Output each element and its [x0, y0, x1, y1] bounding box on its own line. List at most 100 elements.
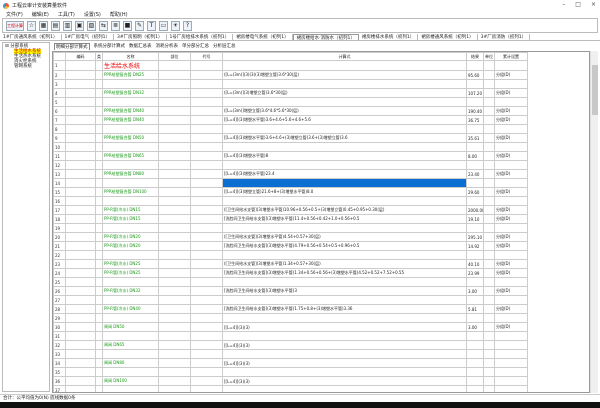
formula-cell[interactable]: [洗脸间卫生间给水支管](3)增塑水平管)3 — [222, 286, 467, 296]
location-cell[interactable] — [158, 187, 191, 197]
code-name-cell[interactable] — [190, 376, 223, 386]
name-cell[interactable]: 闸阀 DN80 — [102, 358, 159, 368]
table-row[interactable]: 33 — [53, 349, 528, 359]
result-cell[interactable] — [466, 367, 484, 377]
code-name-cell[interactable] — [190, 241, 223, 251]
row-number[interactable]: 10 — [53, 142, 66, 152]
formula-cell[interactable] — [222, 142, 467, 152]
code-cell[interactable] — [65, 385, 96, 392]
code-cell[interactable] — [65, 367, 96, 377]
row-number[interactable]: 23 — [53, 259, 66, 269]
row-number[interactable]: 36 — [53, 376, 66, 386]
unit-cell[interactable] — [483, 241, 495, 251]
accumulate-cell[interactable] — [494, 385, 528, 392]
type-cell[interactable] — [95, 169, 103, 179]
row-number[interactable]: 1 — [53, 60, 66, 71]
maximize-button[interactable]: □ — [575, 1, 581, 8]
result-cell[interactable] — [466, 250, 484, 260]
row-number[interactable]: 27 — [53, 295, 66, 305]
code-cell[interactable] — [65, 169, 96, 179]
code-name-cell[interactable] — [190, 79, 223, 89]
type-cell[interactable] — [95, 106, 103, 116]
vertical-scrollbar[interactable] — [590, 51, 598, 393]
code-name-cell[interactable] — [190, 106, 223, 116]
row-number[interactable]: 11 — [53, 151, 66, 161]
tab-project[interactable]: 裙房楼给水·消防水（初列1） — [292, 34, 359, 41]
code-name-cell[interactable] — [190, 259, 223, 269]
accumulate-cell[interactable]: 分组(D) — [494, 70, 528, 80]
row-number[interactable]: 2 — [53, 70, 66, 80]
code-name-cell[interactable] — [190, 286, 223, 296]
formula-cell[interactable] — [222, 250, 467, 260]
code-name-cell[interactable] — [190, 60, 223, 71]
accumulate-cell[interactable]: 分组(D) — [494, 286, 528, 296]
code-name-cell[interactable] — [190, 142, 223, 152]
unit-cell[interactable] — [483, 196, 495, 206]
name-cell[interactable] — [102, 196, 159, 206]
formula-cell[interactable]: [[L=4]](3)增塑水平管)8 — [222, 151, 467, 161]
code-cell[interactable] — [65, 232, 96, 242]
close-button[interactable]: × — [591, 1, 596, 8]
type-cell[interactable] — [95, 322, 103, 332]
code-name-cell[interactable] — [190, 160, 223, 170]
split-button[interactable]: ⇆ — [99, 20, 108, 31]
code-cell[interactable] — [65, 70, 96, 80]
tab-project[interactable]: 裙房楼排水系统（初列1） — [359, 34, 419, 40]
code-cell[interactable] — [65, 331, 96, 341]
type-cell[interactable] — [95, 88, 103, 98]
code-name-cell[interactable] — [190, 304, 223, 314]
location-cell[interactable] — [158, 97, 191, 107]
text-button[interactable]: T — [147, 20, 156, 31]
unit-cell[interactable] — [483, 313, 495, 323]
row-number[interactable]: 21 — [53, 241, 66, 251]
accumulate-cell[interactable]: 分组(D) — [494, 214, 528, 224]
code-name-cell[interactable] — [190, 70, 223, 80]
name-cell[interactable]: PP-R管(冷水) DN32 — [102, 286, 159, 296]
row-number[interactable]: 22 — [53, 250, 66, 260]
name-cell[interactable] — [102, 178, 159, 188]
subtab[interactable]: 明细分部计算式 — [54, 42, 90, 50]
formula-cell[interactable]: [洗脸间卫生间给水支管](3)增塑水平管)11.4+0.56+0.42+1.0+… — [222, 214, 467, 224]
location-cell[interactable] — [158, 331, 191, 341]
accumulate-cell[interactable] — [494, 178, 528, 188]
table-row[interactable]: 17 PP-R管(冷水) DN15 ([卫生间给水支管](3)增塑水平管)10.96… — [53, 205, 528, 215]
unit-cell[interactable] — [483, 277, 495, 287]
type-cell[interactable] — [95, 349, 103, 359]
code-cell[interactable] — [65, 196, 96, 206]
layers-button[interactable]: ≣ — [111, 20, 120, 31]
code-name-cell[interactable] — [190, 187, 223, 197]
location-cell[interactable] — [158, 322, 191, 332]
name-cell[interactable]: PPR给塑复合管 DN40 — [102, 106, 159, 116]
unit-cell[interactable] — [483, 304, 495, 314]
code-name-cell[interactable] — [190, 313, 223, 323]
tab-project[interactable]: 3#厂房消防（初列1） — [478, 34, 531, 40]
column-header[interactable]: 部位 — [158, 52, 191, 61]
unit-cell[interactable] — [483, 250, 495, 260]
type-cell[interactable] — [95, 60, 103, 71]
result-cell[interactable]: 8.00 — [466, 151, 484, 161]
type-cell[interactable] — [95, 196, 103, 206]
accumulate-cell[interactable]: 分组(D) — [494, 187, 528, 197]
code-name-cell[interactable] — [190, 250, 223, 260]
result-cell[interactable]: 35.61 — [466, 133, 484, 143]
type-cell[interactable] — [95, 304, 103, 314]
formula-cell[interactable]: [[L=4]](3)增塑立管)21.6+8+(3)增塑水平管)8.0 — [222, 187, 467, 197]
result-cell[interactable]: 29.60 — [466, 187, 484, 197]
result-cell[interactable] — [466, 295, 484, 305]
type-cell[interactable] — [95, 79, 103, 89]
result-cell[interactable] — [466, 178, 484, 188]
formula-cell[interactable] — [222, 295, 467, 305]
type-cell[interactable] — [95, 97, 103, 107]
accumulate-cell[interactable] — [494, 331, 528, 341]
row-number[interactable]: 8 — [53, 124, 66, 134]
code-name-cell[interactable] — [190, 178, 223, 188]
grid-button[interactable]: ▦ — [39, 20, 48, 31]
unit-cell[interactable] — [483, 70, 495, 80]
unit-cell[interactable] — [483, 358, 495, 368]
location-cell[interactable] — [158, 79, 191, 89]
name-cell[interactable]: PP-R管(冷水) DN20 — [102, 232, 159, 242]
result-cell[interactable]: 40.10 — [466, 259, 484, 269]
accumulate-cell[interactable] — [494, 358, 528, 368]
table-row[interactable]: 23 PP-R管(冷水) DN25 ([卫生间给水支管](3)增塑水平管)1.34+… — [53, 259, 528, 269]
result-cell[interactable]: 3.00 — [466, 322, 484, 332]
